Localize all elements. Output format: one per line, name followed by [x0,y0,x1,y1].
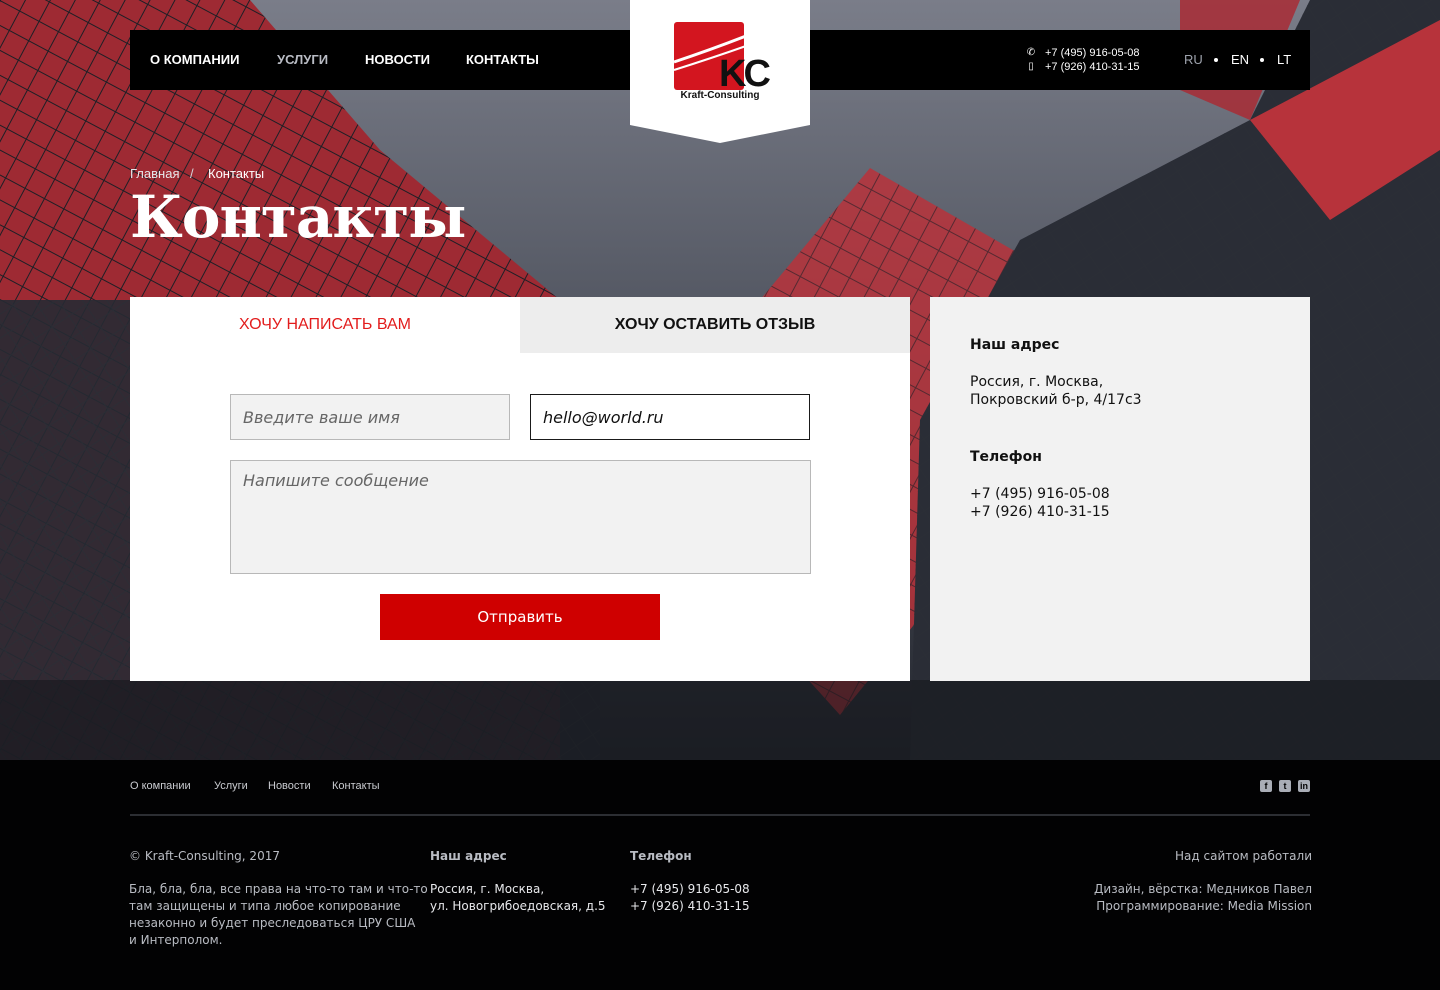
footer-address-label: Наш адрес [430,849,507,863]
phone-label: Телефон [970,449,1042,465]
header-phone-1[interactable]: +7 (495) 916-05-08 [1045,46,1139,60]
twitter-icon[interactable]: t [1279,780,1291,792]
nav-about[interactable]: О КОМПАНИИ [150,52,239,67]
footer-address-line-1: Россия, г. Москва, [430,882,545,896]
credits-design: Дизайн, вёрстка: Медников Павел [1094,882,1312,896]
lang-separator [1260,58,1264,62]
footer-phone-2[interactable]: +7 (926) 410-31-15 [630,898,750,915]
message-textarea[interactable] [230,460,811,574]
credits-title: Над сайтом работали [1175,849,1312,863]
tab-leave-review[interactable]: ХОЧУ ОСТАВИТЬ ОТЗЫВ [520,297,910,353]
contact-form-card: ХОЧУ НАПИСАТЬ ВАМ ХОЧУ ОСТАВИТЬ ОТЗЫВ От… [130,297,910,681]
mobile-icon: ▯ [1028,61,1034,72]
tab-write-us[interactable]: ХОЧУ НАПИСАТЬ ВАМ [130,297,520,353]
contact-phone-1[interactable]: +7 (495) 916-05-08 [970,485,1110,503]
footer-nav-services[interactable]: Услуги [214,780,248,792]
footer-nav-contacts[interactable]: Контакты [332,780,380,792]
footer-divider [130,814,1310,816]
address-line-1: Россия, г. Москва, [970,374,1104,390]
facebook-icon[interactable]: f [1260,780,1272,792]
logo-letters: KC [719,53,770,95]
legal-line-2: там защищены и типа любое копирование [129,899,401,913]
logo-badge: KC Kraft-Consulting [630,0,810,143]
legal-line-3: незаконно и будет преследоваться ЦРУ США [129,916,416,930]
nav-services[interactable]: УСЛУГИ [277,52,328,67]
legal-line-4: и Интерполом. [129,933,223,947]
logo-text: Kraft-Consulting [681,90,760,101]
footer-phone-1[interactable]: +7 (495) 916-05-08 [630,881,750,898]
footer-address-line-2: ул. Новогрибоедовская, д.5 [430,899,606,913]
footer-phone-label: Телефон [630,849,692,863]
contact-phone-2[interactable]: +7 (926) 410-31-15 [970,503,1110,521]
page-title: Контакты [130,183,466,251]
email-input[interactable] [530,394,810,440]
footer-nav-news[interactable]: Новости [268,780,311,792]
credits-programming[interactable]: Программирование: Media Mission [1096,898,1312,915]
send-button[interactable]: Отправить [380,594,660,640]
contact-info-card: Наш адрес Россия, г. Москва, Покровский … [930,297,1310,681]
address-line-2: Покровский б-р, 4/17с3 [970,392,1142,408]
logo[interactable]: KC Kraft-Consulting [630,0,810,143]
header-phone-2[interactable]: +7 (926) 410-31-15 [1045,60,1139,74]
name-input[interactable] [230,394,510,440]
phone-icon: ✆ [1026,47,1036,58]
footer: О компании Услуги Новости Контакты f t i… [0,760,1440,990]
lang-separator [1214,58,1218,62]
lang-lt[interactable]: LT [1277,52,1291,67]
copyright: © Kraft-Consulting, 2017 [129,849,280,863]
lang-ru[interactable]: RU [1184,52,1203,67]
address-label: Наш адрес [970,337,1060,353]
linkedin-icon[interactable]: in [1298,780,1310,792]
nav-contacts[interactable]: КОНТАКТЫ [466,52,539,67]
legal-line-1: Бла, бла, бла, все права на что-то там и… [129,882,428,896]
footer-nav-about[interactable]: О компании [130,780,191,792]
lang-en[interactable]: EN [1231,52,1249,67]
header-phones: ✆ +7 (495) 916-05-08 ▯ +7 (926) 410-31-1… [1026,46,1140,74]
nav-news[interactable]: НОВОСТИ [365,52,430,67]
